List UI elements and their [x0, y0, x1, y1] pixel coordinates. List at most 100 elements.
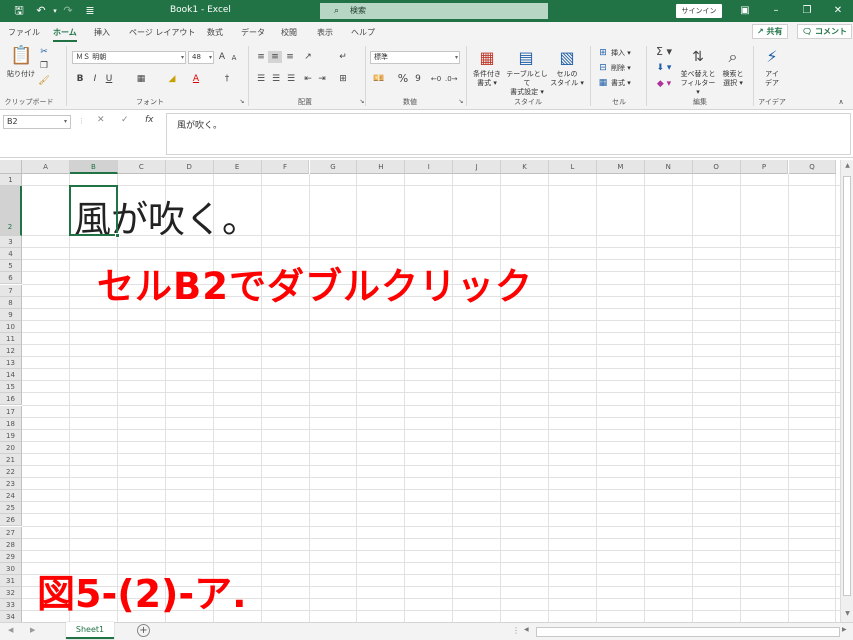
column-header-n[interactable]: N	[644, 160, 693, 174]
select-all-corner[interactable]	[0, 160, 22, 174]
sort-filter-icon[interactable]: ⇅	[688, 48, 708, 66]
decrease-decimal-icon[interactable]: .0→	[445, 73, 458, 85]
column-header-l[interactable]: L	[549, 160, 597, 174]
customize-qat-icon[interactable]: ≣	[82, 3, 98, 19]
column-header-q[interactable]: Q	[788, 160, 837, 174]
clear-icon[interactable]: ◆ ▾	[654, 78, 674, 90]
font-dialog-icon[interactable]: ↘	[238, 96, 246, 108]
row-header-13[interactable]: 13	[0, 357, 22, 370]
column-header-a[interactable]: A	[22, 160, 70, 174]
row-header-26[interactable]: 26	[0, 514, 22, 527]
insert-cells-icon[interactable]: ⊞	[597, 47, 609, 59]
row-header-3[interactable]: 3	[0, 236, 22, 249]
row-header-22[interactable]: 22	[0, 466, 22, 479]
row-header-10[interactable]: 10	[0, 320, 22, 333]
row-header-32[interactable]: 32	[0, 587, 22, 600]
wrap-text-icon[interactable]: ↵	[336, 51, 350, 63]
scroll-down-icon[interactable]: ▼	[841, 610, 853, 617]
font-name-combo[interactable]: ＭＳ 明朝 ▾	[72, 51, 186, 64]
selected-cell-b2[interactable]	[69, 185, 118, 237]
italic-button[interactable]: I	[90, 73, 100, 85]
column-header-d[interactable]: D	[165, 160, 214, 174]
column-header-o[interactable]: O	[692, 160, 741, 174]
row-header-18[interactable]: 18	[0, 417, 22, 430]
align-center-icon[interactable]: ☰	[270, 73, 282, 85]
format-as-table-icon[interactable]: ▤	[516, 48, 536, 68]
number-dialog-icon[interactable]: ↘	[457, 96, 465, 108]
row-header-28[interactable]: 28	[0, 538, 22, 551]
accounting-format-icon[interactable]: 💴	[372, 73, 386, 85]
save-icon[interactable]: 🖫	[11, 3, 27, 19]
tab-file[interactable]: ファイル	[8, 27, 40, 38]
conditional-formatting-icon[interactable]: ▦	[477, 48, 497, 68]
underline-button[interactable]: U	[104, 73, 114, 85]
find-select-button[interactable]: 検索と 選択 ▾	[717, 70, 749, 88]
column-header-f[interactable]: F	[261, 160, 310, 174]
format-as-table-button[interactable]: テーブルとして 書式設定 ▾	[504, 70, 550, 97]
row-header-23[interactable]: 23	[0, 478, 22, 491]
formula-input[interactable]: 風が吹く。	[166, 113, 851, 155]
paste-icon[interactable]: 📋	[10, 46, 32, 66]
fill-handle[interactable]	[114, 233, 120, 239]
cut-icon[interactable]: ✂	[38, 46, 50, 58]
row-header-9[interactable]: 9	[0, 308, 22, 321]
align-middle-icon[interactable]: ≡	[268, 51, 282, 63]
row-header-11[interactable]: 11	[0, 332, 22, 345]
close-icon[interactable]: ✕	[828, 3, 848, 19]
column-header-m[interactable]: M	[596, 160, 645, 174]
align-left-icon[interactable]: ☰	[255, 73, 267, 85]
row-header-5[interactable]: 5	[0, 260, 22, 273]
column-header-p[interactable]: P	[740, 160, 789, 174]
format-cells-button[interactable]: 書式 ▾	[611, 79, 641, 88]
name-box[interactable]: B2 ▾	[3, 115, 71, 129]
collapse-ribbon-icon[interactable]: ∧	[836, 96, 846, 108]
delete-cells-button[interactable]: 削除 ▾	[611, 64, 641, 73]
column-header-c[interactable]: C	[117, 160, 166, 174]
cell-styles-icon[interactable]: ▧	[557, 48, 577, 68]
align-bottom-icon[interactable]: ≡	[284, 51, 296, 63]
number-format-combo[interactable]: 標準 ▾	[370, 51, 460, 64]
column-header-k[interactable]: K	[501, 160, 549, 174]
row-header-24[interactable]: 24	[0, 490, 22, 503]
fill-color-icon[interactable]: ◢	[165, 73, 179, 85]
tab-insert[interactable]: 挿入	[94, 27, 110, 38]
column-header-b[interactable]: B	[70, 160, 118, 174]
ribbon-display-options-icon[interactable]: ▣	[735, 3, 755, 19]
phonetic-guide-icon[interactable]: †	[221, 73, 233, 85]
prev-sheet-icon[interactable]: ◀	[8, 626, 13, 634]
insert-cells-button[interactable]: 挿入 ▾	[611, 49, 641, 58]
increase-font-icon[interactable]: A	[217, 51, 227, 63]
tab-data[interactable]: データ	[241, 27, 265, 38]
decrease-font-icon[interactable]: A	[229, 52, 239, 64]
tab-help[interactable]: ヘルプ	[351, 27, 375, 38]
vertical-scrollbar[interactable]: ▲ ▼	[840, 160, 853, 622]
share-button[interactable]: ↗ 共有	[752, 24, 788, 39]
row-header-17[interactable]: 17	[0, 405, 22, 418]
row-header-21[interactable]: 21	[0, 453, 22, 466]
font-color-icon[interactable]: A	[190, 73, 202, 85]
row-header-34[interactable]: 34	[0, 611, 22, 622]
delete-cells-icon[interactable]: ⊟	[597, 62, 609, 74]
worksheet-grid[interactable]: A B C D E F G H I J K L M N O P Q 1 2 3 4 5 6 7 8 9 10 11 12 13 14 15 16…	[0, 160, 840, 622]
bold-button[interactable]: B	[75, 73, 85, 85]
align-right-icon[interactable]: ☰	[285, 73, 297, 85]
format-cells-icon[interactable]: ▦	[597, 77, 609, 89]
ideas-icon[interactable]: ⚡	[762, 48, 782, 66]
row-header-33[interactable]: 33	[0, 599, 22, 612]
row-header-19[interactable]: 19	[0, 429, 22, 442]
row-header-8[interactable]: 8	[0, 296, 22, 309]
tab-review[interactable]: 校閲	[281, 27, 297, 38]
row-header-6[interactable]: 6	[0, 272, 22, 285]
column-header-j[interactable]: J	[453, 160, 502, 174]
align-top-icon[interactable]: ≡	[255, 51, 267, 63]
increase-indent-icon[interactable]: ⇥	[316, 73, 328, 85]
tab-page-layout[interactable]: ページ レイアウト	[129, 27, 195, 38]
conditional-formatting-button[interactable]: 条件付き 書式 ▾	[468, 70, 506, 88]
scroll-right-icon[interactable]: ▶	[842, 626, 847, 633]
row-header-12[interactable]: 12	[0, 345, 22, 358]
insert-function-icon[interactable]: fx	[145, 115, 154, 125]
percent-button[interactable]: %	[397, 73, 409, 85]
comma-style-button[interactable]: 9	[413, 73, 423, 85]
split-handle-icon[interactable]: ⋮	[512, 626, 520, 635]
search-input[interactable]: ⌕ 検索	[320, 3, 548, 19]
